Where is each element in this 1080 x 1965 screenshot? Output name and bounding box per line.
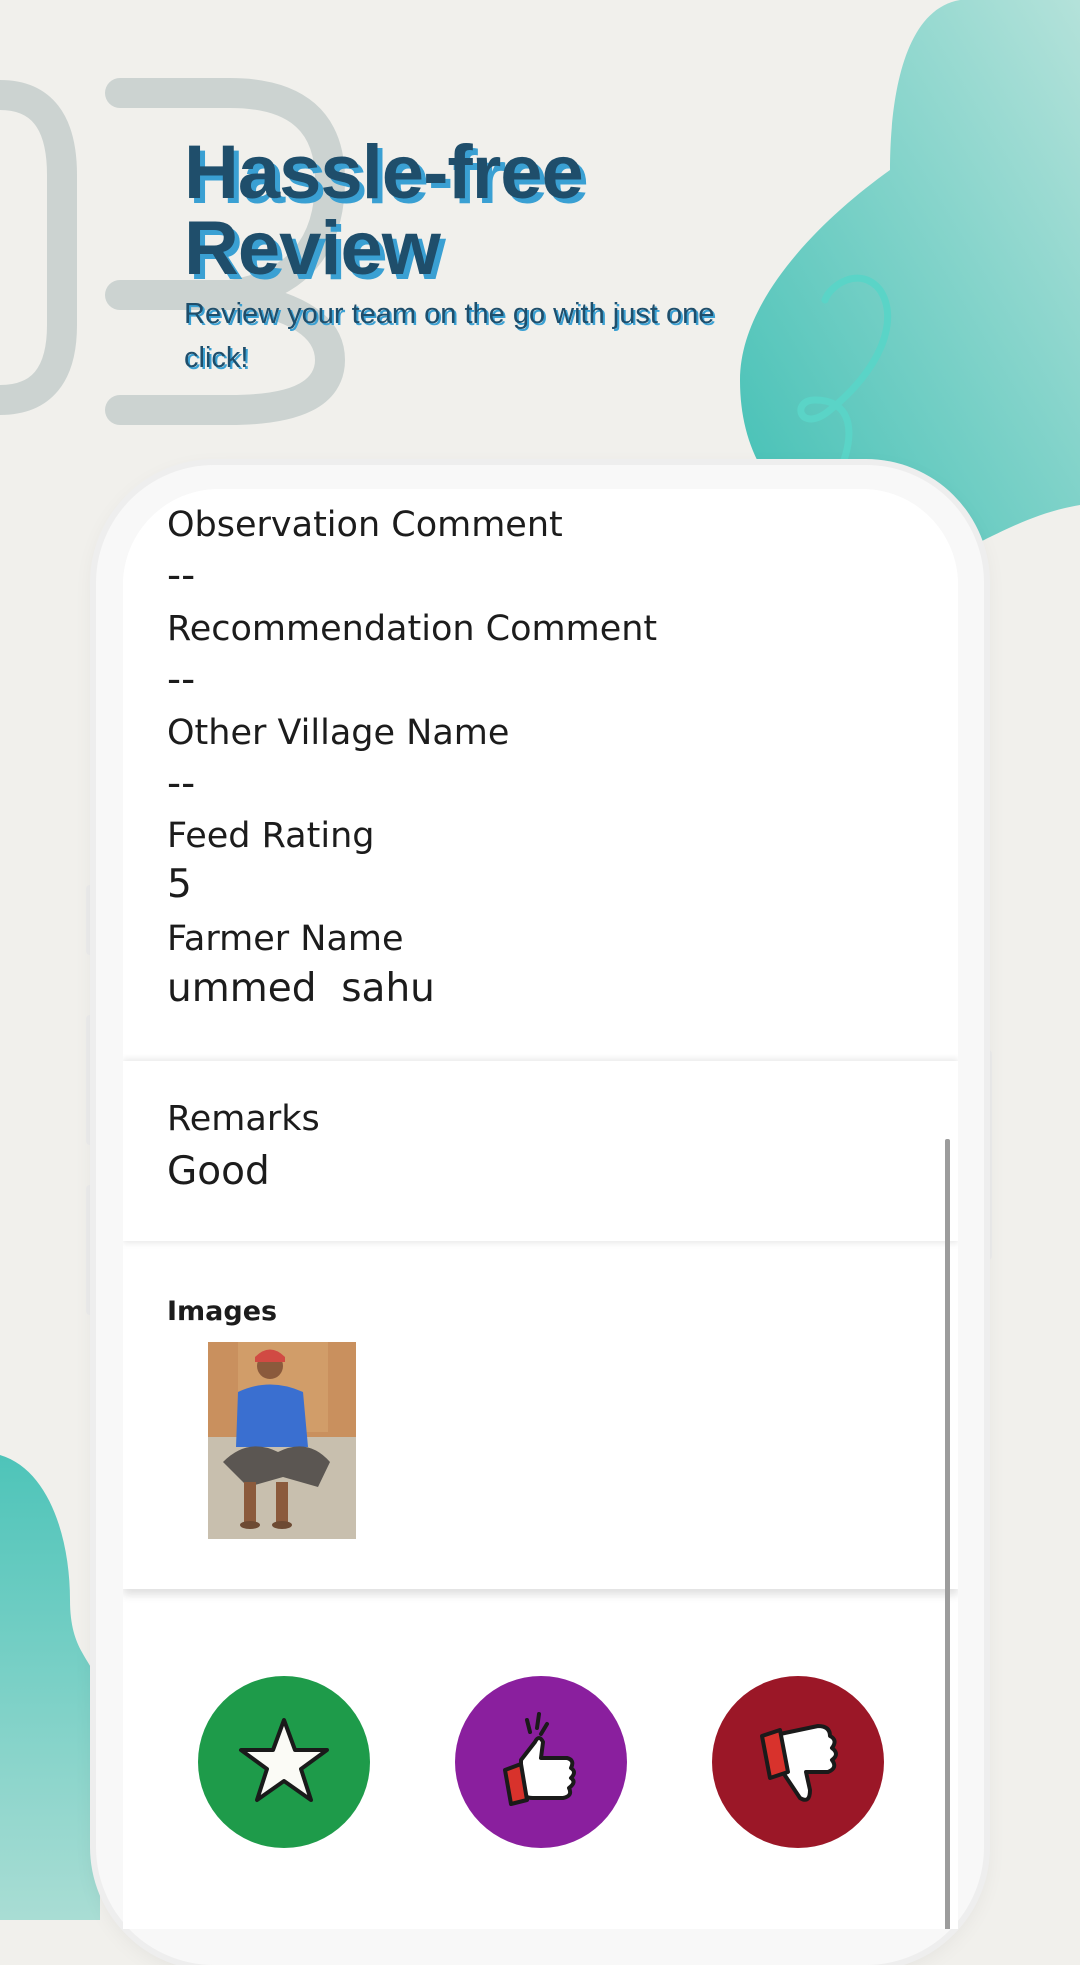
favorite-button[interactable] bbox=[198, 1676, 370, 1848]
phone-side-button bbox=[86, 1015, 94, 1145]
remarks-card: Remarks Good bbox=[123, 1061, 958, 1241]
observation-comment-value: -- bbox=[167, 553, 196, 598]
images-label: Images bbox=[167, 1296, 278, 1327]
reject-button[interactable] bbox=[712, 1676, 884, 1848]
recommendation-comment-value: -- bbox=[167, 657, 196, 702]
subheadline: Review your team on the go with just one… bbox=[184, 298, 715, 374]
detail-card: Observation Comment -- Recommendation Co… bbox=[123, 489, 958, 1054]
headline-line-1: Hassle-free bbox=[184, 130, 584, 215]
remarks-value: Good bbox=[167, 1149, 270, 1194]
farmer-name-label: Farmer Name bbox=[167, 919, 404, 959]
village-name-label: Other Village Name bbox=[167, 713, 510, 753]
star-icon bbox=[239, 1718, 329, 1802]
phone-side-button bbox=[984, 1050, 992, 1260]
phone-screen: Observation Comment -- Recommendation Co… bbox=[123, 489, 958, 1929]
remarks-label: Remarks bbox=[167, 1099, 320, 1139]
thumbs-down-icon bbox=[760, 1724, 838, 1802]
farmer-photo-thumbnail[interactable] bbox=[208, 1342, 356, 1539]
approve-button[interactable] bbox=[455, 1676, 627, 1848]
headline: Hassle-free Review bbox=[184, 135, 804, 287]
thumbs-up-icon bbox=[503, 1712, 576, 1806]
farmer-name-value: ummed sahu bbox=[167, 966, 435, 1011]
recommendation-comment-label: Recommendation Comment bbox=[167, 609, 658, 649]
village-name-value: -- bbox=[167, 761, 196, 806]
feed-rating-value: 5 bbox=[167, 862, 192, 907]
phone-side-button bbox=[86, 1185, 94, 1315]
observation-comment-label: Observation Comment bbox=[167, 505, 563, 545]
phone-side-button bbox=[86, 885, 94, 955]
feed-rating-label: Feed Rating bbox=[167, 816, 375, 856]
scrollbar[interactable] bbox=[945, 1139, 950, 1929]
images-card: Images bbox=[123, 1249, 958, 1589]
headline-line-2: Review bbox=[184, 206, 441, 291]
